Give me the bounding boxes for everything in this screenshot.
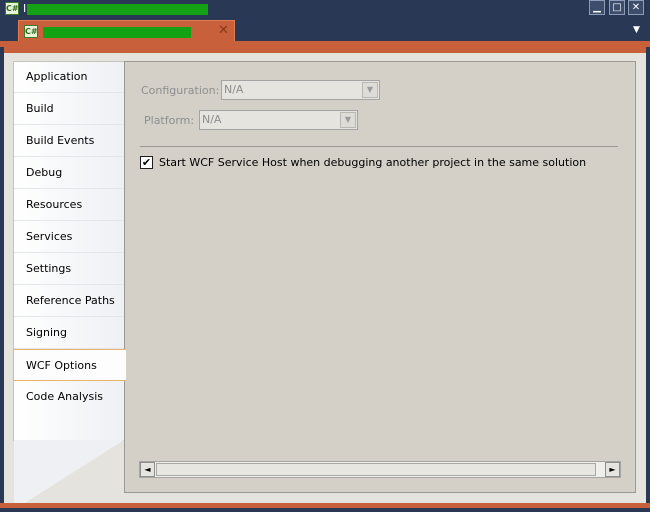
nav-tail: [14, 440, 124, 510]
nav-item-wcf-options[interactable]: WCF Options: [13, 349, 126, 381]
nav-item-code-analysis[interactable]: Code Analysis: [14, 381, 125, 413]
nav-item-build-events[interactable]: Build Events: [14, 125, 125, 157]
minimize-button[interactable]: ▁: [589, 0, 605, 15]
configuration-value: N/A: [224, 83, 244, 96]
close-tab-icon[interactable]: ✕: [218, 23, 229, 39]
bottom-edge: [0, 508, 650, 512]
wcf-options-panel: Configuration: N/A ▼ Platform: N/A ▼ ✔ S…: [124, 61, 636, 493]
nav-item-resources[interactable]: Resources: [14, 189, 125, 221]
nav-item-debug[interactable]: Debug: [14, 157, 125, 189]
chevron-down-icon[interactable]: ▼: [362, 82, 378, 98]
nav-item-signing[interactable]: Signing: [14, 317, 125, 349]
nav-item-application[interactable]: Application: [14, 61, 125, 93]
close-button[interactable]: ✕: [628, 0, 644, 15]
separator: [140, 146, 618, 147]
platform-select[interactable]: N/A ▼: [199, 110, 358, 130]
scrollbar-thumb[interactable]: [156, 463, 596, 476]
platform-label: Platform:: [144, 114, 195, 127]
title-redaction: [27, 4, 208, 15]
chevron-down-icon[interactable]: ▼: [340, 112, 356, 128]
nav-item-settings[interactable]: Settings: [14, 253, 125, 285]
tab-overflow-chevron-icon[interactable]: ▼: [633, 25, 640, 35]
csharp-file-icon: C#: [24, 25, 38, 38]
nav-item-reference-paths[interactable]: Reference Paths: [14, 285, 125, 317]
scroll-left-arrow-icon[interactable]: ◄: [140, 462, 155, 477]
platform-value: N/A: [202, 113, 222, 126]
start-wcf-host-checkbox[interactable]: ✔: [140, 156, 153, 169]
maximize-button[interactable]: □: [609, 0, 625, 15]
property-nav: Application Build Build Events Debug Res…: [13, 61, 126, 510]
configuration-select[interactable]: N/A ▼: [221, 80, 380, 100]
scroll-right-arrow-icon[interactable]: ►: [605, 462, 620, 477]
tab-title-redaction: [43, 27, 191, 38]
nav-item-services[interactable]: Services: [14, 221, 125, 253]
csharp-project-icon: C#: [5, 2, 19, 15]
nav-item-build[interactable]: Build: [14, 93, 125, 125]
configuration-label: Configuration:: [141, 84, 220, 97]
start-wcf-host-label[interactable]: Start WCF Service Host when debugging an…: [159, 156, 586, 169]
title-bar: C# I ▁ □ ✕: [0, 0, 650, 17]
document-tab-strip: C# ✕ ▼: [0, 17, 650, 43]
window-title: I: [23, 2, 27, 15]
horizontal-scrollbar[interactable]: ◄ ►: [139, 461, 621, 478]
document-tab[interactable]: C# ✕: [18, 20, 235, 43]
